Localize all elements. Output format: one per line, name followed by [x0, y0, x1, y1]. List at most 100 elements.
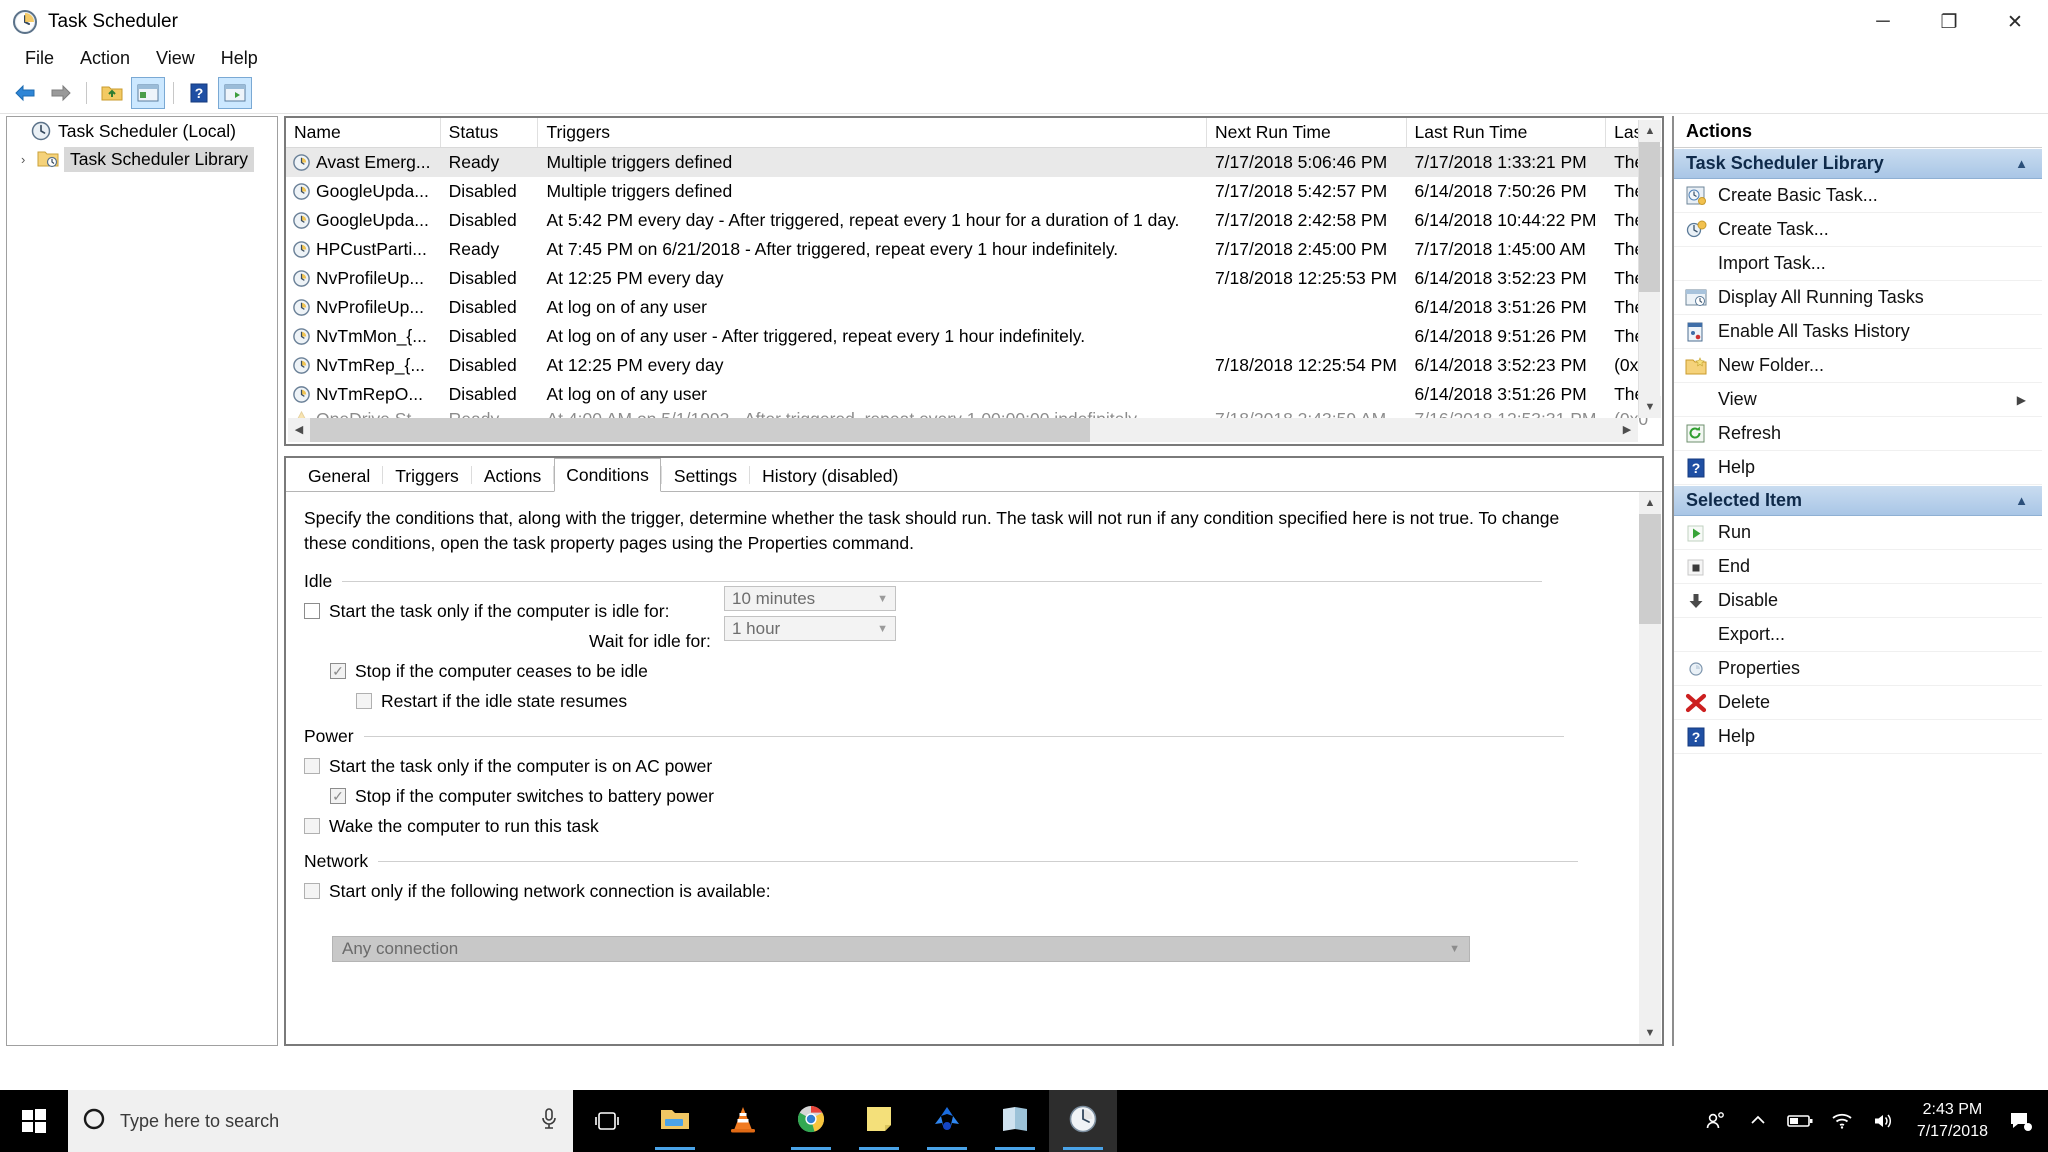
start-if-network-checkbox[interactable]: [304, 883, 320, 899]
taskbar-app-store-app[interactable]: [981, 1090, 1049, 1152]
collapse-chevron-icon[interactable]: ▲: [2015, 156, 2028, 171]
actions-group-header-selected-item[interactable]: Selected Item▲: [1674, 485, 2042, 516]
people-icon[interactable]: [1695, 1090, 1737, 1152]
clock[interactable]: 2:43 PM 7/17/2018: [1905, 1099, 2000, 1142]
scroll-thumb[interactable]: [1639, 514, 1661, 624]
wake-computer-row[interactable]: Wake the computer to run this task: [304, 816, 1644, 837]
action-item-export[interactable]: Export...: [1674, 618, 2042, 652]
tab-triggers[interactable]: Triggers: [383, 459, 471, 492]
task-row[interactable]: NvTmRepO...DisabledAt log on of any user…: [286, 380, 1662, 409]
action-item-help[interactable]: ?Help: [1674, 451, 2042, 485]
task-row[interactable]: Avast Emerg...ReadyMultiple triggers def…: [286, 148, 1662, 177]
task-row[interactable]: GoogleUpda...DisabledAt 5:42 PM every da…: [286, 206, 1662, 235]
task-list-horizontal-scrollbar[interactable]: ◀ ▶: [288, 418, 1638, 442]
column-header-status[interactable]: Status: [441, 118, 539, 147]
maximize-button[interactable]: ❐: [1916, 0, 1982, 44]
task-row[interactable]: NvTmRep_{...DisabledAt 12:25 PM every da…: [286, 351, 1662, 380]
menu-view[interactable]: View: [143, 45, 208, 72]
show-hide-console-tree-button[interactable]: [131, 77, 165, 109]
action-item-import-task[interactable]: Import Task...: [1674, 247, 2042, 281]
task-row[interactable]: NvTmMon_{...DisabledAt log on of any use…: [286, 322, 1662, 351]
action-item-disable[interactable]: Disable: [1674, 584, 2042, 618]
column-header-last-run-time[interactable]: Last Run Time: [1407, 118, 1607, 147]
idle-duration-dropdown[interactable]: 10 minutes ▼: [724, 586, 896, 611]
column-header-triggers[interactable]: Triggers: [538, 118, 1206, 147]
column-header-name[interactable]: Name: [286, 118, 441, 147]
action-item-refresh[interactable]: Refresh: [1674, 417, 2042, 451]
start-if-network-row[interactable]: Start only if the following network conn…: [304, 881, 1644, 902]
action-item-help[interactable]: ?Help: [1674, 720, 2042, 754]
start-if-ac-power-row[interactable]: Start the task only if the computer is o…: [304, 756, 1644, 777]
tab-settings[interactable]: Settings: [662, 459, 749, 492]
stop-if-ceases-idle-row[interactable]: Stop if the computer ceases to be idle: [330, 661, 1644, 682]
task-row[interactable]: NvProfileUp...DisabledAt log on of any u…: [286, 293, 1662, 322]
tab-history-disabled[interactable]: History (disabled): [750, 459, 910, 492]
menu-help[interactable]: Help: [208, 45, 271, 72]
action-item-properties[interactable]: Properties: [1674, 652, 2042, 686]
task-row[interactable]: HPCustParti...ReadyAt 7:45 PM on 6/21/20…: [286, 235, 1662, 264]
action-item-create-task[interactable]: Create Task...: [1674, 213, 2042, 247]
action-item-enable-all-tasks-history[interactable]: Enable All Tasks History: [1674, 315, 2042, 349]
actions-group-header-task-scheduler-library[interactable]: Task Scheduler Library▲: [1674, 148, 2042, 179]
restart-if-idle-resumes-checkbox[interactable]: [356, 693, 372, 709]
task-row[interactable]: GoogleUpda...DisabledMultiple triggers d…: [286, 177, 1662, 206]
column-header-next-run-time[interactable]: Next Run Time: [1207, 118, 1407, 147]
show-hide-action-pane-button[interactable]: [218, 77, 252, 109]
back-button[interactable]: [8, 77, 42, 109]
action-item-delete[interactable]: Delete: [1674, 686, 2042, 720]
action-item-create-basic-task[interactable]: Create Basic Task...: [1674, 179, 2042, 213]
action-item-run[interactable]: Run: [1674, 516, 2042, 550]
scroll-down-arrow-icon[interactable]: ▼: [1639, 396, 1661, 418]
scroll-down-arrow-icon[interactable]: ▼: [1639, 1022, 1661, 1044]
network-connection-dropdown[interactable]: Any connection ▼: [332, 936, 1470, 962]
wifi-icon[interactable]: [1821, 1090, 1863, 1152]
volume-icon[interactable]: [1863, 1090, 1905, 1152]
action-item-end[interactable]: End: [1674, 550, 2042, 584]
taskbar-app-teamviewer[interactable]: [913, 1090, 981, 1152]
start-button[interactable]: [0, 1090, 68, 1152]
stop-if-ceases-idle-checkbox[interactable]: [330, 663, 346, 679]
help-button[interactable]: ?: [182, 77, 216, 109]
chevron-up-icon[interactable]: [1737, 1090, 1779, 1152]
taskbar-app-sticky-notes[interactable]: [845, 1090, 913, 1152]
forward-button[interactable]: [44, 77, 78, 109]
taskbar-app-file-explorer[interactable]: [641, 1090, 709, 1152]
battery-icon[interactable]: [1779, 1090, 1821, 1152]
taskbar-app-google-chrome[interactable]: [777, 1090, 845, 1152]
scroll-left-arrow-icon[interactable]: ◀: [288, 418, 310, 440]
task-view-button[interactable]: [573, 1090, 641, 1152]
tree-item-task-scheduler-library[interactable]: › Task Scheduler Library: [7, 145, 277, 173]
task-list-vertical-scrollbar[interactable]: ▲ ▼: [1638, 120, 1660, 418]
close-button[interactable]: ✕: [1982, 0, 2048, 44]
scroll-thumb[interactable]: [1639, 142, 1660, 292]
tab-conditions[interactable]: Conditions: [554, 458, 661, 492]
tab-actions[interactable]: Actions: [472, 459, 553, 492]
wake-computer-checkbox[interactable]: [304, 818, 320, 834]
stop-if-battery-checkbox[interactable]: [330, 788, 346, 804]
up-folder-button[interactable]: [95, 77, 129, 109]
minimize-button[interactable]: ─: [1850, 0, 1916, 44]
scroll-thumb-horizontal[interactable]: [310, 418, 1090, 442]
collapse-chevron-icon[interactable]: ▲: [2015, 493, 2028, 508]
action-item-view[interactable]: View▶: [1674, 383, 2042, 417]
taskbar-app-vlc-media-player[interactable]: [709, 1090, 777, 1152]
start-if-ac-power-checkbox[interactable]: [304, 758, 320, 774]
start-if-idle-checkbox[interactable]: [304, 603, 320, 619]
scroll-up-arrow-icon[interactable]: ▲: [1639, 120, 1661, 142]
details-vertical-scrollbar[interactable]: ▲ ▼: [1639, 492, 1661, 1044]
tree-item-task-scheduler-local[interactable]: Task Scheduler (Local): [7, 117, 277, 145]
task-row[interactable]: NvProfileUp...DisabledAt 12:25 PM every …: [286, 264, 1662, 293]
microphone-icon[interactable]: [539, 1107, 559, 1136]
action-item-new-folder[interactable]: New Folder...: [1674, 349, 2042, 383]
action-item-display-all-running-tasks[interactable]: Display All Running Tasks: [1674, 281, 2042, 315]
start-if-idle-row[interactable]: Start the task only if the computer is i…: [304, 601, 1644, 622]
stop-if-battery-row[interactable]: Stop if the computer switches to battery…: [330, 786, 1644, 807]
menu-file[interactable]: File: [12, 45, 67, 72]
tab-general[interactable]: General: [296, 459, 382, 492]
scroll-right-arrow-icon[interactable]: ▶: [1616, 418, 1638, 440]
restart-if-idle-resumes-row[interactable]: Restart if the idle state resumes: [356, 691, 1644, 712]
taskbar-app-task-scheduler[interactable]: [1049, 1090, 1117, 1152]
chevron-right-icon[interactable]: ›: [21, 152, 37, 167]
notification-icon[interactable]: [2000, 1090, 2042, 1152]
wait-for-idle-dropdown[interactable]: 1 hour ▼: [724, 616, 896, 641]
